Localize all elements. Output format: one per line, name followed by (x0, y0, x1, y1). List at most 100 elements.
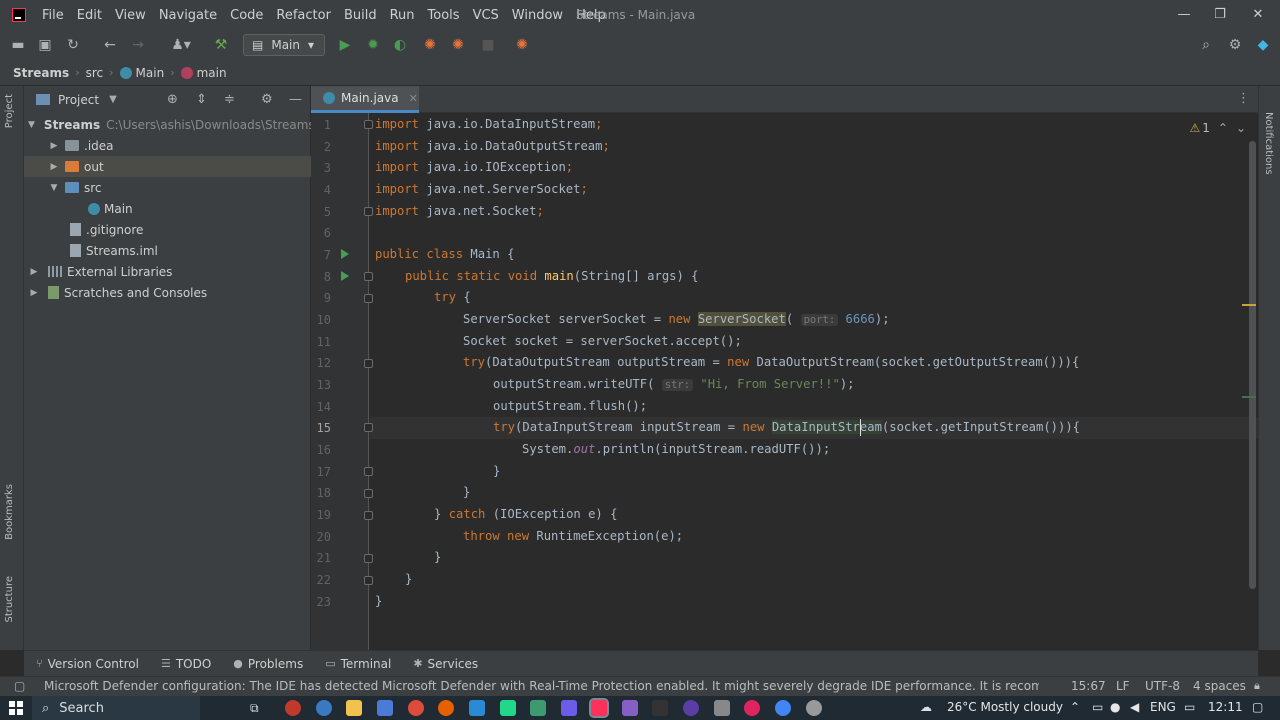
fold-marker-icon[interactable] (364, 576, 373, 585)
build-hammer-icon[interactable]: ⚒ (213, 37, 229, 53)
weather-cloud-icon[interactable]: ☁ (920, 700, 932, 714)
tree-item-streams[interactable]: ▼ Streams C:\Users\ashis\Downloads\Strea… (24, 114, 311, 135)
indent-setting[interactable]: 4 spaces (1193, 679, 1246, 693)
plugin-icon[interactable]: ✺ (514, 37, 530, 53)
back-icon[interactable]: ← (102, 37, 118, 53)
breadcrumb-project[interactable]: Streams (13, 66, 69, 80)
forward-icon[interactable]: → (130, 37, 146, 53)
fold-marker-icon[interactable] (364, 467, 373, 476)
breadcrumb-method[interactable]: main (180, 66, 227, 80)
expand-all-icon[interactable]: ⇕ (196, 92, 207, 107)
menu-code[interactable]: Code (230, 8, 263, 23)
more-options-icon[interactable]: ⋮ (1237, 91, 1250, 106)
fold-marker-icon[interactable] (364, 207, 373, 216)
tray-chevron-up-icon[interactable]: ⌃ (1070, 700, 1080, 714)
line-separator[interactable]: LF (1116, 679, 1130, 693)
project-tool-tab[interactable]: Project (4, 94, 15, 128)
tree-item-iml[interactable]: Streams.iml (24, 240, 311, 261)
clion-icon[interactable] (530, 700, 546, 716)
services-tab[interactable]: ✱ Services (413, 657, 478, 671)
coverage-icon[interactable]: ◐ (392, 37, 408, 53)
problems-tab[interactable]: ● Problems (233, 657, 303, 671)
minimize-button[interactable]: — (1174, 7, 1194, 22)
maximize-button[interactable]: ❐ (1210, 7, 1230, 22)
profile-icon[interactable]: ✺ (422, 37, 438, 53)
intellij-taskbar-icon[interactable] (589, 698, 609, 718)
inspection-widget[interactable]: ⚠ 1 ⌃ ⌄ (1189, 121, 1246, 135)
tab-main-java[interactable]: Main.java ✕ (311, 86, 419, 113)
task-view-icon[interactable]: ⧉ (250, 700, 266, 716)
version-control-tab[interactable]: ⑂ Version Control (36, 657, 139, 671)
fold-marker-icon[interactable] (364, 489, 373, 498)
network-icon[interactable]: ▭ (1092, 700, 1103, 714)
menu-window[interactable]: Window (512, 8, 563, 23)
menu-vcs[interactable]: VCS (473, 8, 499, 23)
breadcrumb-src[interactable]: src (86, 66, 104, 80)
chevron-down-icon[interactable]: ▼ (109, 94, 117, 105)
chevron-down-icon[interactable]: ⌄ (1236, 121, 1246, 135)
browser-app-icon[interactable] (285, 700, 301, 716)
language-indicator[interactable]: ENG (1150, 700, 1176, 714)
file-explorer-icon[interactable] (346, 700, 362, 716)
notifications-tool-tab[interactable]: Notifications (1263, 112, 1274, 175)
mic-icon[interactable]: ● (1110, 700, 1120, 714)
chrome-icon[interactable] (408, 700, 424, 716)
chrome-icon[interactable] (775, 700, 791, 716)
app-icon[interactable] (744, 700, 760, 716)
close-window-button[interactable]: ✕ (1248, 7, 1268, 22)
battery-icon[interactable]: ▭ (1184, 700, 1195, 714)
locate-file-icon[interactable]: ⊕ (167, 92, 178, 107)
code-editor[interactable]: ⚠ 1 ⌃ ⌄ import java.io.DataInputStream; … (311, 113, 1258, 650)
jetbrains-ai-icon[interactable]: ◆ (1255, 37, 1271, 53)
save-icon[interactable]: ▣ (37, 37, 53, 53)
tree-item-external-libraries[interactable]: ▶ External Libraries (24, 261, 311, 282)
open-folder-icon[interactable]: ▬ (10, 37, 26, 53)
toggle-tool-windows-icon[interactable]: ▢ (14, 679, 25, 693)
vscode-icon[interactable] (469, 700, 485, 716)
terminal-tab[interactable]: ▭ Terminal (325, 657, 391, 671)
search-everywhere-icon[interactable]: ⌕ (1198, 37, 1214, 53)
weather-text[interactable]: 26°C Mostly cloudy (947, 700, 1063, 714)
lock-icon[interactable]: 🔒︎ (1254, 679, 1260, 693)
fold-marker-icon[interactable] (364, 554, 373, 563)
notifications-icon[interactable]: ▢ (1252, 700, 1263, 714)
fold-marker-icon[interactable] (364, 294, 373, 303)
bookmarks-tool-tab[interactable]: Bookmarks (4, 484, 15, 540)
status-message[interactable]: Microsoft Defender configuration: The ID… (44, 679, 1039, 693)
tree-item-scratches[interactable]: ▶ Scratches and Consoles (24, 282, 311, 303)
options-gear-icon[interactable]: ⚙ (261, 92, 273, 107)
app-icon[interactable] (714, 700, 730, 716)
menu-build[interactable]: Build (344, 8, 377, 23)
app-icon[interactable] (806, 700, 822, 716)
fold-marker-icon[interactable] (364, 272, 373, 281)
fold-marker-icon[interactable] (364, 120, 373, 129)
fold-marker-icon[interactable] (364, 359, 373, 368)
caret-position[interactable]: 15:67 (1071, 679, 1106, 693)
change-marker[interactable] (1242, 396, 1256, 398)
menu-run[interactable]: Run (390, 8, 415, 23)
tree-item-out[interactable]: ▶ out (24, 156, 311, 177)
warning-marker[interactable] (1242, 304, 1256, 306)
windows-start-icon[interactable] (9, 701, 23, 715)
vcs-user-icon[interactable]: ♟▾ (168, 37, 194, 53)
tree-item-idea[interactable]: ▶ .idea (24, 135, 311, 156)
app-icon[interactable] (316, 700, 332, 716)
stop-icon[interactable]: ■ (480, 37, 496, 53)
chevron-up-icon[interactable]: ⌃ (1218, 121, 1228, 135)
close-tab-icon[interactable]: ✕ (409, 92, 418, 105)
menu-refactor[interactable]: Refactor (276, 8, 331, 23)
app-icon[interactable] (683, 700, 699, 716)
attach-profiler-icon[interactable]: ✺ (450, 37, 466, 53)
settings-gear-icon[interactable]: ⚙ (1227, 37, 1243, 53)
speaker-icon[interactable]: ◀ (1130, 700, 1139, 714)
file-encoding[interactable]: UTF-8 (1145, 679, 1180, 693)
menu-file[interactable]: File (42, 8, 64, 23)
project-panel-title[interactable]: Project (58, 93, 99, 107)
brave-icon[interactable] (438, 700, 454, 716)
collapse-all-icon[interactable]: ≑ (224, 92, 235, 107)
pycharm-icon[interactable] (500, 700, 516, 716)
menu-navigate[interactable]: Navigate (159, 8, 217, 23)
structure-tool-tab[interactable]: Structure (4, 576, 15, 623)
taskbar-search[interactable]: ⌕ Search (32, 696, 200, 720)
app-icon[interactable] (652, 700, 668, 716)
